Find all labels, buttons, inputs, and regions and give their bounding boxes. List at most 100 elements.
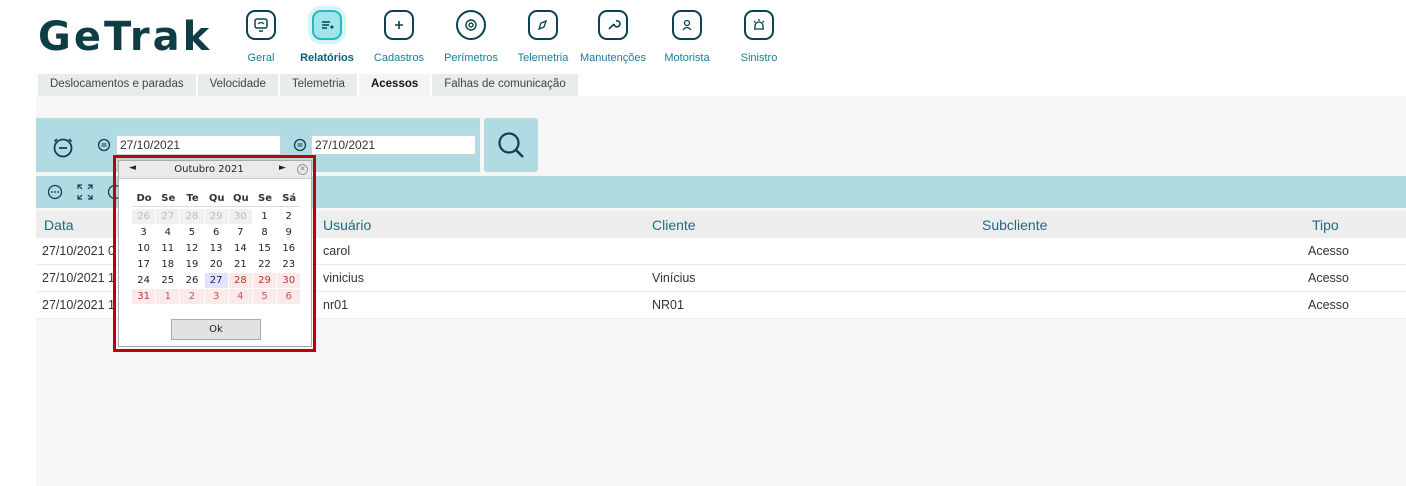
- tab-falhas[interactable]: Falhas de comunicação: [432, 74, 578, 96]
- tab-acessos[interactable]: Acessos: [358, 74, 431, 96]
- nav-label: Manutenções: [579, 52, 647, 64]
- day-cell[interactable]: 29: [204, 209, 228, 224]
- folder-plus-icon: [384, 10, 414, 40]
- report-tabs: Deslocamentos e paradas Velocidade Telem…: [38, 74, 578, 96]
- day-cell[interactable]: 3: [204, 289, 228, 304]
- day-cell[interactable]: 22: [253, 257, 276, 272]
- calendar-clock-icon[interactable]: [293, 138, 307, 152]
- day-cell[interactable]: 10: [132, 241, 155, 256]
- cell-tipo: Acesso: [1308, 244, 1349, 258]
- monitor-icon: [246, 10, 276, 40]
- day-cell[interactable]: 26: [180, 273, 203, 288]
- day-cell[interactable]: 28: [228, 273, 252, 288]
- week-row: 24 25 26 27 28 29 30: [132, 273, 301, 288]
- weekday-label: Sá: [282, 193, 297, 204]
- week-row: 10 11 12 13 14 15 16: [132, 241, 301, 256]
- day-cell[interactable]: 24: [132, 273, 155, 288]
- cell-usuario: nr01: [323, 298, 349, 312]
- day-cell[interactable]: 23: [277, 257, 300, 272]
- week-row: 31 1 2 3 4 5 6: [132, 289, 301, 304]
- day-cell[interactable]: 16: [277, 241, 300, 256]
- column-header-subcliente[interactable]: Subcliente: [982, 217, 1047, 233]
- start-date-input[interactable]: [116, 135, 281, 155]
- alarm-icon: [744, 10, 774, 40]
- weekday-label: Qu: [233, 193, 249, 204]
- cell-tipo: Acesso: [1308, 271, 1349, 285]
- datepicker-grid: Do Se Te Qu Qu Se Sá 26 27 28 29 30 1 2 …: [132, 193, 301, 305]
- day-cell[interactable]: 12: [180, 241, 203, 256]
- day-cell[interactable]: 1: [253, 209, 276, 224]
- day-cell[interactable]: 17: [132, 257, 155, 272]
- close-icon[interactable]: ✕: [297, 164, 308, 175]
- next-month-button[interactable]: ►: [279, 163, 286, 173]
- cell-data: 27/10/2021 0: [42, 244, 115, 258]
- end-date-input[interactable]: [311, 135, 476, 155]
- day-cell[interactable]: 7: [229, 225, 252, 240]
- nav-item-relatorios[interactable]: Relatórios: [292, 8, 362, 64]
- day-cell[interactable]: 14: [229, 241, 252, 256]
- day-cell[interactable]: 29: [252, 273, 277, 288]
- column-header-tipo[interactable]: Tipo: [1312, 217, 1339, 233]
- nav-item-cadastros[interactable]: Cadastros: [364, 8, 434, 64]
- day-cell[interactable]: 6: [277, 289, 301, 304]
- week-row: 3 4 5 6 7 8 9: [132, 225, 301, 240]
- ok-button[interactable]: Ok: [171, 319, 261, 340]
- day-cell[interactable]: 19: [180, 257, 203, 272]
- day-cell[interactable]: 1: [156, 289, 180, 304]
- more-options-icon[interactable]: [47, 184, 63, 200]
- day-cell[interactable]: 8: [253, 225, 276, 240]
- day-cell[interactable]: 3: [132, 225, 155, 240]
- day-cell[interactable]: 9: [277, 225, 300, 240]
- tab-telemetria[interactable]: Telemetria: [279, 74, 357, 96]
- nav-label: Relatórios: [300, 52, 354, 64]
- day-cell[interactable]: 2: [277, 209, 300, 224]
- expand-icon[interactable]: [77, 184, 93, 200]
- nav-label: Cadastros: [373, 52, 425, 64]
- day-cell[interactable]: 25: [156, 273, 179, 288]
- nav-item-telemetria[interactable]: Telemetria: [508, 8, 578, 64]
- clock-icon[interactable]: [52, 136, 74, 158]
- column-header-usuario[interactable]: Usuário: [323, 217, 371, 233]
- column-header-cliente[interactable]: Cliente: [652, 217, 696, 233]
- datepicker-header: ◄ Outubro 2021 ► ✕: [119, 161, 311, 179]
- nav-item-perimetros[interactable]: Perímetros: [436, 8, 506, 64]
- day-cell[interactable]: 30: [228, 209, 252, 224]
- day-cell[interactable]: 5: [252, 289, 277, 304]
- nav-item-sinistro[interactable]: Sinistro: [724, 8, 794, 64]
- day-cell[interactable]: 15: [253, 241, 276, 256]
- nav-label: Telemetria: [517, 52, 569, 64]
- search-button[interactable]: [484, 118, 538, 172]
- day-cell[interactable]: 5: [180, 225, 203, 240]
- day-cell[interactable]: 30: [277, 273, 301, 288]
- day-cell[interactable]: 2: [180, 289, 204, 304]
- day-cell-selected[interactable]: 27: [204, 273, 228, 288]
- day-cell[interactable]: 13: [205, 241, 228, 256]
- column-header-data[interactable]: Data: [44, 217, 74, 233]
- nav-label: Motorista: [664, 52, 710, 64]
- day-cell[interactable]: 20: [205, 257, 228, 272]
- day-cell[interactable]: 11: [156, 241, 179, 256]
- tab-velocidade[interactable]: Velocidade: [197, 74, 278, 96]
- day-cell[interactable]: 26: [132, 209, 156, 224]
- calendar-clock-icon[interactable]: [97, 138, 111, 152]
- weekday-row: Do Se Te Qu Qu Se Sá: [132, 193, 301, 204]
- week-row: 26 27 28 29 30 1 2: [132, 209, 301, 224]
- cell-usuario: vinicius: [323, 271, 364, 285]
- tab-deslocamentos[interactable]: Deslocamentos e paradas: [38, 74, 196, 96]
- day-cell[interactable]: 4: [228, 289, 252, 304]
- nav-item-manutencoes[interactable]: Manutenções: [578, 8, 648, 64]
- day-cell[interactable]: 6: [205, 225, 228, 240]
- nav-item-geral[interactable]: Geral: [226, 8, 296, 64]
- target-icon: [456, 10, 486, 40]
- day-cell[interactable]: 4: [156, 225, 179, 240]
- nav-item-motorista[interactable]: Motorista: [652, 8, 722, 64]
- week-row: 17 18 19 20 21 22 23: [132, 257, 301, 272]
- day-cell[interactable]: 18: [156, 257, 179, 272]
- day-cell[interactable]: 21: [229, 257, 252, 272]
- day-cell[interactable]: 27: [156, 209, 180, 224]
- day-cell[interactable]: 31: [132, 289, 156, 304]
- day-cell[interactable]: 28: [180, 209, 204, 224]
- cell-cliente: NR01: [652, 298, 684, 312]
- nav-label: Sinistro: [740, 52, 778, 64]
- weekday-label: Te: [186, 193, 199, 204]
